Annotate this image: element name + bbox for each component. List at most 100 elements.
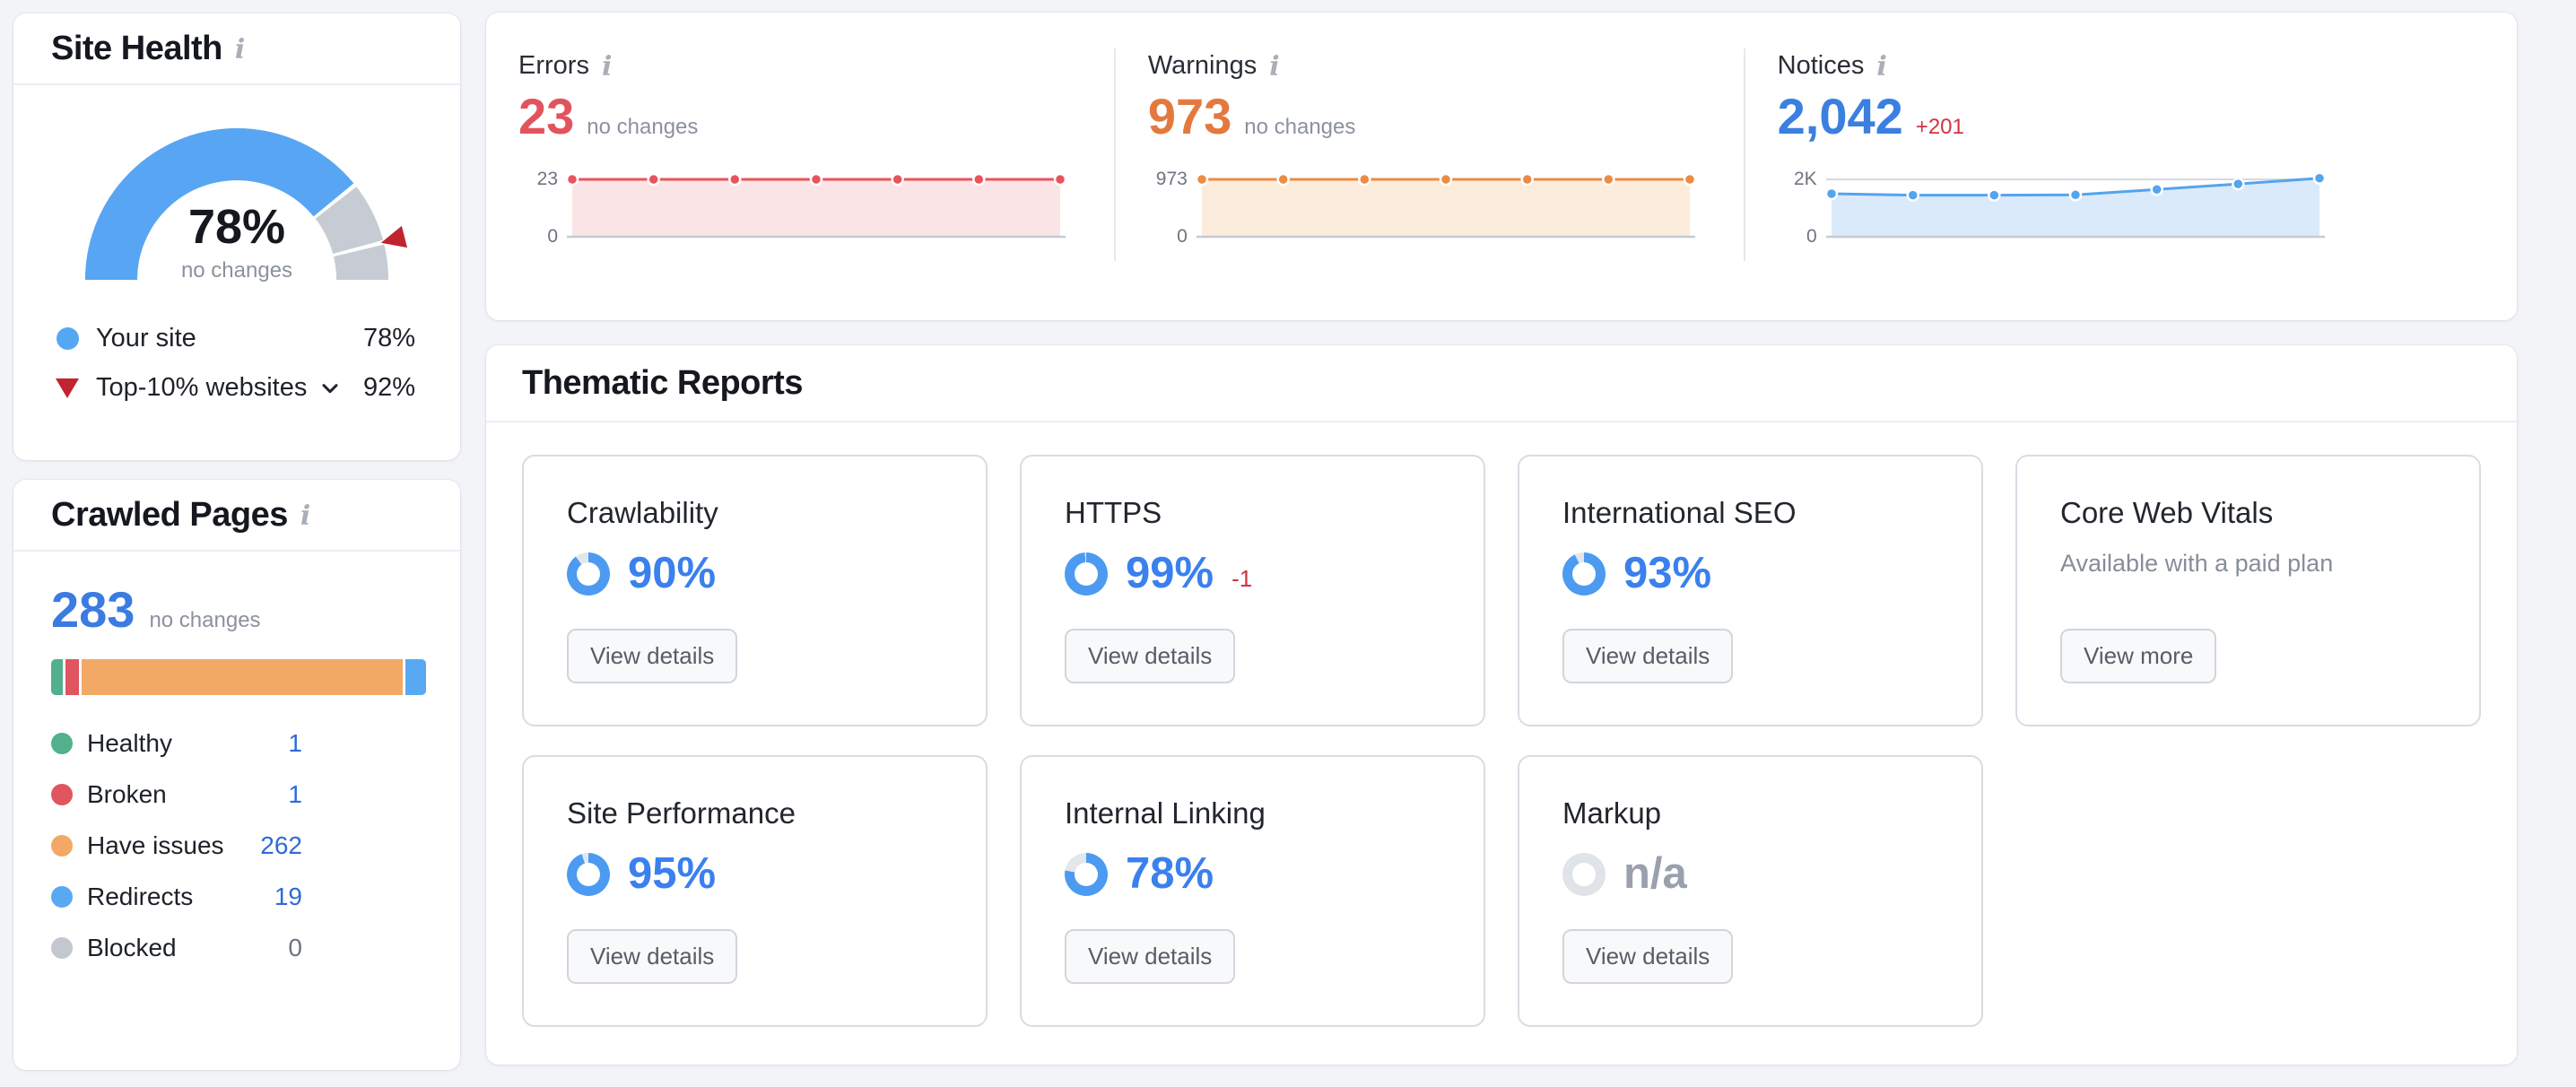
warnings-change-label: no changes xyxy=(1244,115,1355,140)
card-title: Internal Linking xyxy=(1065,796,1440,830)
red-dot-icon xyxy=(51,784,73,805)
notices-y-axis: 2K 0 xyxy=(1778,169,1817,248)
redirects-count-link[interactable]: 19 xyxy=(274,883,302,911)
site-health-title: Site Health xyxy=(51,30,222,68)
y-tick-zero: 0 xyxy=(1806,226,1817,248)
site-health-header: Site Health i xyxy=(13,13,460,85)
view-details-button[interactable]: View details xyxy=(1065,929,1235,984)
view-details-button[interactable]: View details xyxy=(567,629,737,683)
report-card-site-performance: Site Performance 95% View details xyxy=(522,755,988,1027)
crawled-pages-panel: Crawled Pages i 283 no changes Healthy 1… xyxy=(13,480,460,1070)
legend-label: Blocked xyxy=(87,934,177,962)
view-details-button[interactable]: View details xyxy=(1065,629,1235,683)
site-audit-dashboard: { "icons": { "info": "i" }, "site_health… xyxy=(0,0,2576,1087)
errors-y-axis: 23 0 xyxy=(518,169,558,248)
crawled-pages-stacked-bar xyxy=(51,659,426,695)
report-card-core-web-vitals: Core Web Vitals Available with a paid pl… xyxy=(2015,455,2481,726)
errors-sparkline-chart xyxy=(565,169,1067,248)
score-ring-icon xyxy=(1562,853,1606,896)
view-more-button[interactable]: View more xyxy=(2060,629,2216,683)
crawled-total: 283 xyxy=(51,582,135,638)
orange-dot-icon xyxy=(51,835,73,857)
errors-change-label: no changes xyxy=(587,115,698,140)
score-ring-icon xyxy=(1065,552,1108,596)
info-icon[interactable]: i xyxy=(300,500,310,530)
score-percent: 78% xyxy=(1126,852,1214,896)
y-tick-zero: 0 xyxy=(547,226,558,248)
blue-dot-icon xyxy=(51,886,73,908)
thematic-reports-panel: Thematic Reports Crawlability 90% View d… xyxy=(486,345,2517,1065)
notices-sparkline-chart xyxy=(1824,169,2327,248)
report-card-crawlability: Crawlability 90% View details xyxy=(522,455,988,726)
metric-errors: Errors i 23 no changes 23 0 xyxy=(486,13,1116,320)
chevron-down-icon[interactable] xyxy=(318,376,343,401)
warnings-count: 973 xyxy=(1148,91,1231,142)
errors-title: Errors xyxy=(518,51,589,81)
healthy-count-link[interactable]: 1 xyxy=(288,729,302,758)
legend-label: Your site xyxy=(96,324,196,353)
score-percent: 95% xyxy=(628,852,716,896)
card-title: Core Web Vitals xyxy=(2060,496,2436,530)
gauge-change-label: no changes xyxy=(57,258,416,283)
score-ring-icon xyxy=(1562,552,1606,596)
view-details-button[interactable]: View details xyxy=(1562,929,1733,984)
info-icon[interactable]: i xyxy=(235,33,245,64)
legend-row-broken: Broken 1 xyxy=(51,770,302,821)
warnings-y-axis: 973 0 xyxy=(1148,169,1188,248)
green-dot-icon xyxy=(51,733,73,754)
blocked-count: 0 xyxy=(288,934,302,962)
y-tick-max: 973 xyxy=(1156,169,1188,190)
y-tick-max: 23 xyxy=(537,169,558,190)
broken-count-link[interactable]: 1 xyxy=(288,780,302,809)
legend-row-redirects: Redirects 19 xyxy=(51,872,302,923)
bar-segment-broken xyxy=(65,659,79,695)
warnings-title: Warnings xyxy=(1148,51,1257,81)
info-icon[interactable]: i xyxy=(1876,50,1886,81)
legend-label: Redirects xyxy=(87,883,193,911)
crawled-change-label: no changes xyxy=(149,608,260,633)
red-triangle-icon xyxy=(56,378,79,398)
legend-row-have-issues: Have issues 262 xyxy=(51,821,302,872)
gauge-center-text: 78% no changes xyxy=(57,203,416,283)
y-tick-zero: 0 xyxy=(1177,226,1188,248)
view-details-button[interactable]: View details xyxy=(1562,629,1733,683)
gray-dot-icon xyxy=(51,937,73,959)
blue-dot-icon xyxy=(57,327,79,350)
bar-segment-redirects xyxy=(405,659,426,695)
score-na: n/a xyxy=(1623,852,1687,896)
site-health-gauge: 78% no changes xyxy=(57,105,416,289)
score-percent: 99% xyxy=(1126,552,1214,596)
legend-value: 92% xyxy=(363,373,415,403)
card-title: International SEO xyxy=(1562,496,1938,530)
metric-warnings: Warnings i 973 no changes 973 0 xyxy=(1116,13,1745,320)
report-card-internal-linking: Internal Linking 78% View details xyxy=(1020,755,1485,1027)
crawled-total-row: 283 no changes xyxy=(51,582,424,638)
report-card-markup: Markup n/a View details xyxy=(1518,755,1983,1027)
crawled-pages-body: 283 no changes Healthy 1 Broken 1 Have i… xyxy=(13,552,460,974)
info-icon[interactable]: i xyxy=(602,50,612,81)
info-icon[interactable]: i xyxy=(1269,50,1279,81)
site-health-panel: Site Health i 78% no changes Your site 7… xyxy=(13,13,460,460)
errors-count: 23 xyxy=(518,91,574,142)
score-percent: 93% xyxy=(1623,552,1711,596)
bar-segment-have-issues xyxy=(82,659,403,695)
marker-wrap xyxy=(55,378,80,398)
marker-wrap xyxy=(55,327,80,350)
score-ring-icon xyxy=(567,552,610,596)
score-change: -1 xyxy=(1231,565,1252,596)
card-title: Site Performance xyxy=(567,796,943,830)
score-ring-icon xyxy=(567,853,610,896)
card-title: HTTPS xyxy=(1065,496,1440,530)
score-percent: 90% xyxy=(628,552,716,596)
notices-count: 2,042 xyxy=(1778,91,1903,142)
report-card-https: HTTPS 99% -1 View details xyxy=(1020,455,1485,726)
legend-row-healthy: Healthy 1 xyxy=(51,718,302,770)
thematic-reports-header: Thematic Reports xyxy=(486,345,2517,422)
crawled-pages-title: Crawled Pages xyxy=(51,496,288,535)
have-issues-count-link[interactable]: 262 xyxy=(260,831,302,860)
thematic-reports-title: Thematic Reports xyxy=(522,364,803,403)
notices-change-label: +201 xyxy=(1916,115,1964,140)
crawled-pages-legend: Healthy 1 Broken 1 Have issues 262 Redir… xyxy=(51,718,302,974)
view-details-button[interactable]: View details xyxy=(567,929,737,984)
metric-notices: Notices i 2,042 +201 2K 0 xyxy=(1745,13,2517,320)
